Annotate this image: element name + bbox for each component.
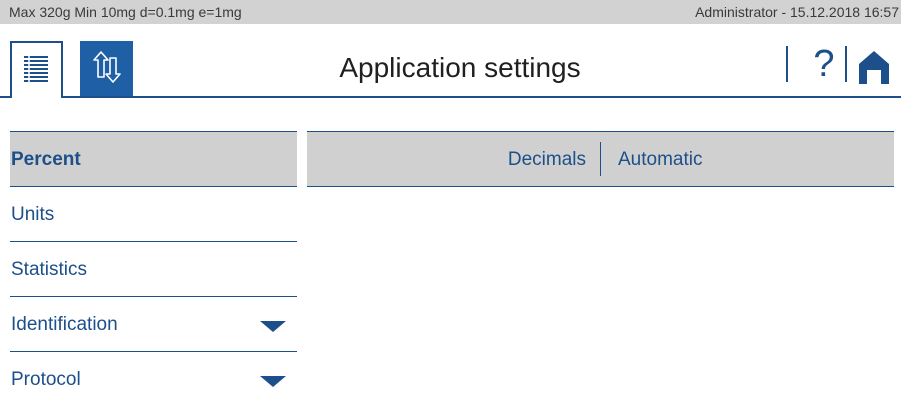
menu-item-identification[interactable]: Identification (10, 297, 297, 352)
header-divider (63, 96, 901, 98)
page-title: Application settings (339, 52, 581, 83)
menu-item-label: Identification (11, 314, 118, 335)
tab-transfer[interactable] (80, 41, 133, 98)
menu-item-label: Units (11, 204, 55, 225)
menu-item-percent[interactable]: Percent (10, 131, 297, 187)
chevron-down-icon[interactable] (260, 376, 286, 387)
menu-item-label: Percent (11, 149, 81, 170)
menu-item-units[interactable]: Units (10, 187, 297, 242)
chevron-down-icon[interactable] (260, 321, 286, 332)
setting-separator (600, 142, 601, 176)
side-menu: Percent Units Statistics Identification … (10, 131, 297, 407)
menu-item-protocol[interactable]: Protocol (10, 352, 297, 407)
status-bar: Max 320g Min 10mg d=0.1mg e=1mg Administ… (0, 0, 901, 24)
setting-value: Automatic (618, 149, 703, 170)
scale-info: Max 320g Min 10mg d=0.1mg e=1mg (9, 4, 242, 20)
list-icon (24, 55, 48, 83)
help-button[interactable]: ? (809, 44, 839, 84)
menu-item-label: Statistics (11, 259, 88, 280)
menu-item-label: Protocol (11, 369, 81, 390)
home-icon[interactable] (857, 50, 891, 84)
setting-name: Decimals (507, 149, 586, 170)
header-separator (845, 46, 847, 82)
setting-row-decimals[interactable]: Decimals Automatic (307, 131, 894, 187)
header-divider-left (0, 96, 10, 98)
user-datetime: Administrator - 15.12.2018 16:57 (695, 4, 899, 20)
tab-list[interactable] (10, 41, 63, 98)
transfer-arrows-icon (93, 51, 121, 83)
header-separator (786, 46, 788, 82)
menu-item-statistics[interactable]: Statistics (10, 242, 297, 297)
